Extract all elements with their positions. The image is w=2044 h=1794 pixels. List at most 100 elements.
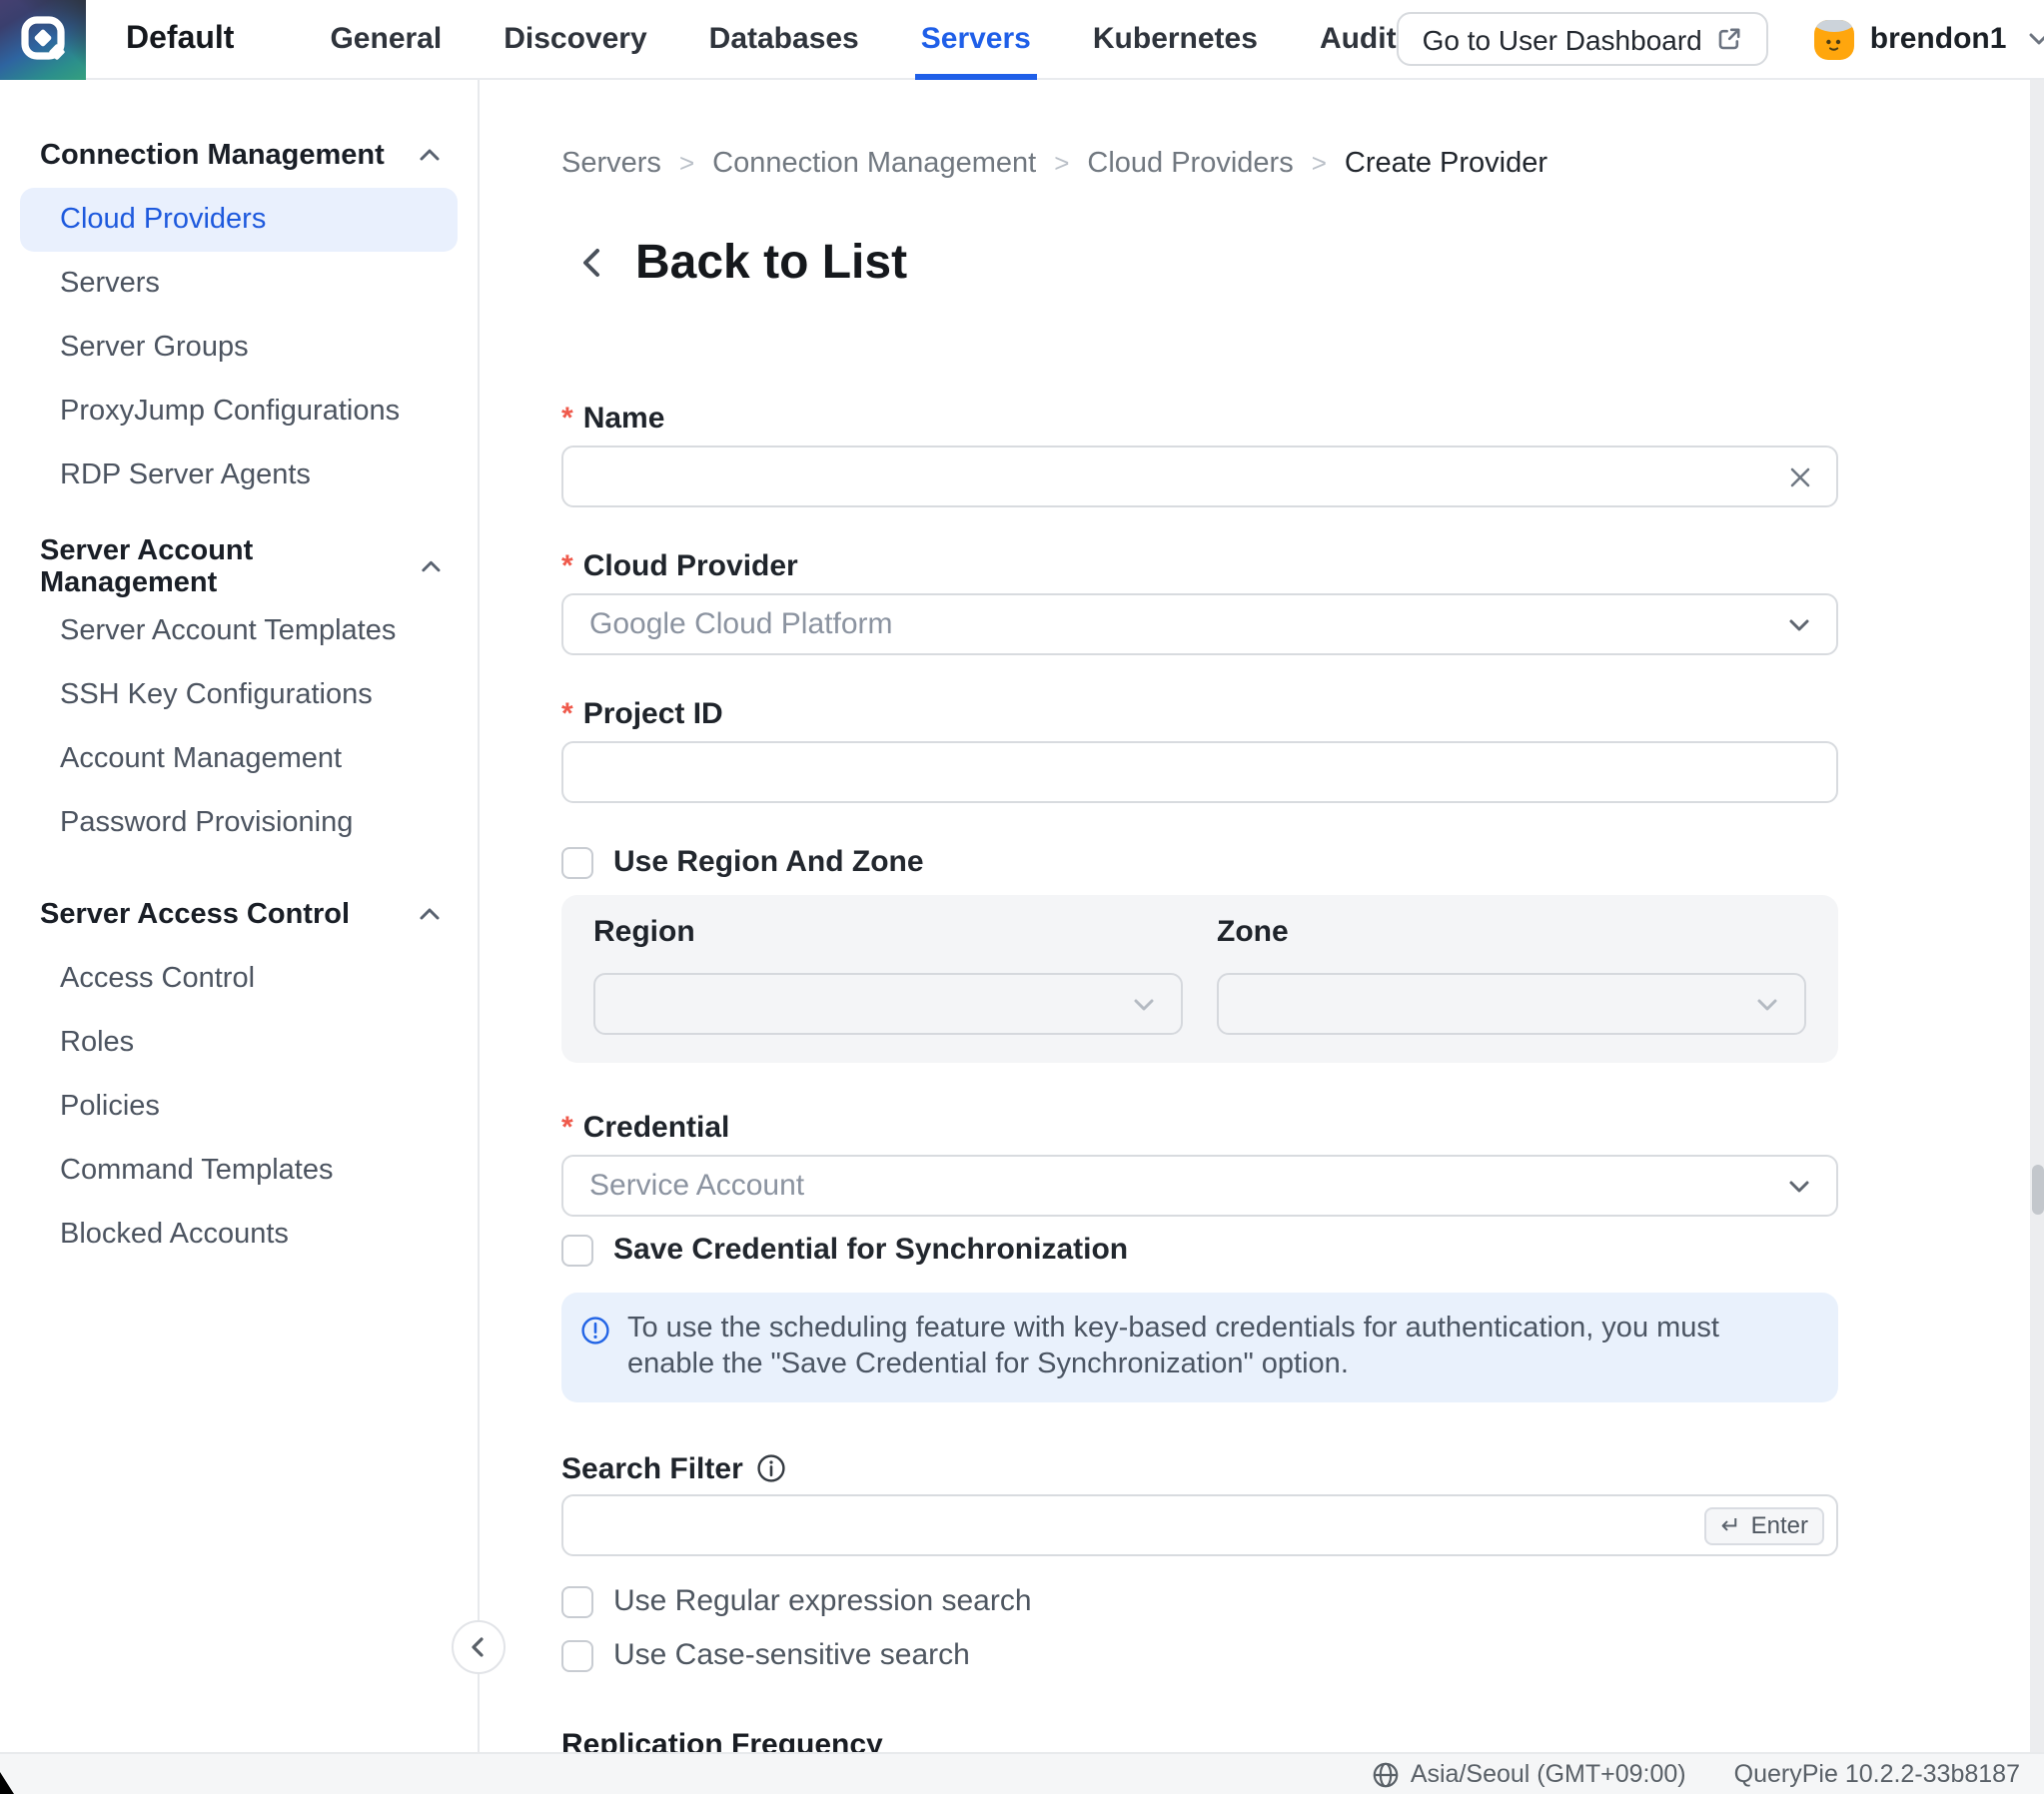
tab-databases[interactable]: Databases: [709, 0, 859, 79]
sidebar-collapse-button[interactable]: [452, 1620, 506, 1674]
tab-servers[interactable]: Servers: [921, 0, 1031, 79]
sidebar-item-servers[interactable]: Servers: [0, 252, 478, 316]
sidebar-section-server-access-control: Server Access Control Access Control Rol…: [0, 883, 478, 1267]
main-nav: General Discovery Databases Servers Kube…: [330, 0, 1396, 79]
sync-info-alert-text: To use the scheduling feature with key-b…: [627, 1313, 1806, 1382]
go-to-user-dashboard-label: Go to User Dashboard: [1423, 23, 1702, 55]
credential-label: Credential: [583, 1111, 730, 1147]
chevron-down-icon: [1131, 991, 1157, 1017]
page-scrollbar-track: [2030, 80, 2044, 1752]
breadcrumb-servers[interactable]: Servers: [561, 146, 661, 182]
sidebar-item-ssh-key-configurations[interactable]: SSH Key Configurations: [0, 663, 478, 727]
sidebar-header-label: Server Account Management: [40, 535, 419, 599]
tab-audit[interactable]: Audit: [1320, 0, 1397, 79]
sidebar-item-access-control[interactable]: Access Control: [0, 947, 478, 1011]
sidebar-header-server-account-management[interactable]: Server Account Management: [0, 535, 478, 599]
status-footer: Asia/Seoul (GMT+09:00) QueryPie 10.2.2-3…: [0, 1752, 2044, 1794]
sidebar-item-proxyjump-configurations[interactable]: ProxyJump Configurations: [0, 380, 478, 444]
chevron-left-icon: [468, 1636, 490, 1658]
page-scrollbar-thumb[interactable]: [2031, 1165, 2043, 1215]
go-to-user-dashboard-button[interactable]: Go to User Dashboard: [1397, 12, 1768, 66]
sync-info-alert: To use the scheduling feature with key-b…: [561, 1293, 1838, 1402]
sidebar-item-blocked-accounts[interactable]: Blocked Accounts: [0, 1203, 478, 1267]
breadcrumb-connection-management[interactable]: Connection Management: [712, 146, 1036, 182]
sidebar-item-server-account-templates[interactable]: Server Account Templates: [0, 599, 478, 663]
name-input[interactable]: [563, 448, 1836, 505]
use-region-zone-label: Use Region And Zone: [613, 845, 924, 879]
sidebar-item-rdp-server-agents[interactable]: RDP Server Agents: [0, 444, 478, 507]
tab-discovery[interactable]: Discovery: [504, 0, 646, 79]
external-link-icon: [1716, 26, 1742, 52]
sidebar-header-server-access-control[interactable]: Server Access Control: [0, 883, 478, 947]
chevron-down-icon: [1786, 611, 1812, 637]
chevron-down-icon: [1754, 991, 1780, 1017]
use-regex-row: Use Regular expression search: [561, 1584, 1838, 1618]
zone-select[interactable]: [1217, 973, 1806, 1035]
breadcrumb-create-provider: Create Provider: [1345, 146, 1547, 182]
credential-field: * Credential Service Account: [561, 1111, 1838, 1217]
save-credential-checkbox[interactable]: [561, 1234, 593, 1266]
sidebar-item-cloud-providers[interactable]: Cloud Providers: [20, 188, 458, 252]
project-id-label: Project ID: [583, 697, 723, 733]
name-field: * Name: [561, 402, 1838, 507]
cloud-provider-select[interactable]: Google Cloud Platform: [561, 593, 1838, 655]
enter-key-label: Enter: [1751, 1511, 1808, 1539]
sidebar-item-server-groups[interactable]: Server Groups: [0, 316, 478, 380]
search-filter-field: Search Filter ↵ E: [561, 1450, 1838, 1556]
name-label-row: * Name: [561, 402, 1838, 438]
back-chevron-left-icon[interactable]: [575, 246, 609, 280]
logo-glyph: [16, 12, 70, 66]
breadcrumb-separator: >: [1312, 146, 1327, 182]
clear-x-icon[interactable]: [1786, 462, 1814, 490]
querypie-logo-icon[interactable]: [0, 0, 86, 79]
chevron-up-icon: [418, 903, 442, 927]
credential-value: Service Account: [589, 1169, 804, 1203]
cloud-provider-value: Google Cloud Platform: [589, 607, 893, 641]
page-title[interactable]: Back to List: [635, 236, 907, 290]
breadcrumb-cloud-providers[interactable]: Cloud Providers: [1087, 146, 1293, 182]
project-id-input[interactable]: [563, 743, 1836, 801]
credential-select[interactable]: Service Account: [561, 1155, 1838, 1217]
workspace-name: Default: [126, 21, 234, 57]
return-arrow-icon: ↵: [1721, 1511, 1741, 1539]
user-menu-chevron-down-icon[interactable]: [2026, 26, 2044, 52]
enter-key-badge: ↵ Enter: [1705, 1506, 1825, 1544]
region-field: Region: [593, 919, 1183, 1035]
sidebar: Connection Management Cloud Providers Se…: [0, 80, 480, 1752]
chevron-up-icon: [419, 555, 442, 579]
sidebar-item-roles[interactable]: Roles: [0, 1011, 478, 1075]
project-id-label-row: * Project ID: [561, 697, 1838, 733]
name-input-box: [561, 446, 1838, 507]
tab-kubernetes[interactable]: Kubernetes: [1093, 0, 1258, 79]
username-label: brendon1: [1870, 22, 2007, 56]
required-marker: *: [561, 697, 573, 733]
version-label: QueryPie 10.2.2-33b8187: [1734, 1760, 2020, 1788]
sidebar-section-connection-management: Connection Management Cloud Providers Se…: [0, 124, 478, 507]
name-label: Name: [583, 402, 665, 438]
use-regex-checkbox[interactable]: [561, 1585, 593, 1617]
sidebar-item-command-templates[interactable]: Command Templates: [0, 1139, 478, 1203]
sidebar-header-connection-management[interactable]: Connection Management: [0, 124, 478, 188]
create-provider-form: * Name * Cloud Provider: [561, 402, 1838, 1752]
sidebar-item-password-provisioning[interactable]: Password Provisioning: [0, 791, 478, 855]
search-filter-label-row: Search Filter: [561, 1450, 1838, 1486]
use-region-zone-row: Use Region And Zone: [561, 845, 1838, 879]
sidebar-item-account-management[interactable]: Account Management: [0, 727, 478, 791]
avatar-hair: [1814, 19, 1854, 31]
back-to-list-header: Back to List: [561, 236, 1838, 290]
alert-circle-icon: [581, 1317, 609, 1345]
use-region-zone-checkbox[interactable]: [561, 846, 593, 878]
zone-label: Zone: [1217, 919, 1806, 947]
sidebar-header-label: Server Access Control: [40, 899, 350, 931]
top-navigation-bar: Default General Discovery Databases Serv…: [0, 0, 2044, 80]
replication-frequency-label: Replication Frequency: [561, 1728, 1838, 1752]
save-credential-label: Save Credential for Synchronization: [613, 1233, 1128, 1267]
tab-general[interactable]: General: [330, 0, 442, 79]
search-filter-input[interactable]: [563, 1496, 1836, 1554]
region-select[interactable]: [593, 973, 1183, 1035]
use-case-sensitive-checkbox[interactable]: [561, 1639, 593, 1671]
required-marker: *: [561, 402, 573, 438]
user-avatar[interactable]: [1814, 19, 1854, 59]
sidebar-item-policies[interactable]: Policies: [0, 1075, 478, 1139]
info-circle-icon[interactable]: [757, 1454, 785, 1482]
